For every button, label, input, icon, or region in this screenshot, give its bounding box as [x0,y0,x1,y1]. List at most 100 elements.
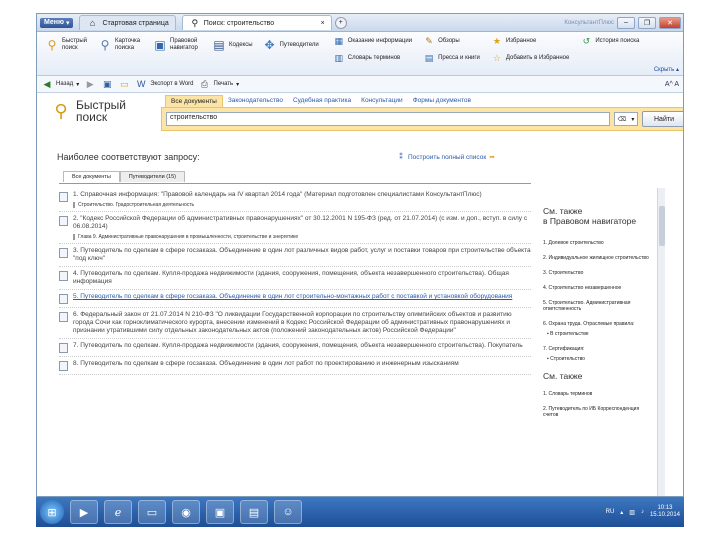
search-options[interactable]: ⌫ ▾ [614,112,638,126]
see-also-subitem[interactable]: ▪ Строительство [547,356,649,362]
taskbar: ⊞ ▶ ℯ ▭ ◉ ▣ ▤ ☺ RU ▴ ▥ ♪ 10:13 15.10.201… [36,497,684,527]
close-window-button[interactable]: ✕ [659,16,681,29]
see-also-item[interactable]: 3. Строительство [543,270,649,276]
press-button[interactable]: ▤ Пресса и книги [423,52,480,64]
taskbar-media-player[interactable]: ▶ [70,500,98,524]
news-button[interactable]: ▦ Оказание информации [333,35,412,47]
taskbar-chrome[interactable]: ◉ [172,500,200,524]
scope-tab-court[interactable]: Судебная практика [288,95,356,107]
result-title[interactable]: 2. "Кодекс Российской Федерации об админ… [73,215,531,231]
see-also-item[interactable]: 6. Охрана труда. Отраслевые правила: [543,321,649,327]
favorites-label: Избранное [505,38,537,44]
codes-button[interactable]: ▤ Кодексы [208,35,256,55]
result-title[interactable]: 5. Путеводитель по сделкам в сфере госза… [73,293,512,304]
list-item[interactable]: 8. Путеводитель по сделкам в сфере госза… [59,357,531,375]
hide-toolbar-link[interactable]: Скрыть ▴ [654,66,679,73]
quick-search-button[interactable]: ⚲ Быстрый поиск [41,35,91,55]
result-section[interactable]: Строительство. Градостроительная деятель… [73,202,482,208]
list-item[interactable]: 1. Справочная информация: "Правовой кале… [59,188,531,212]
tab-start-page[interactable]: ⌂ Стартовая страница [79,15,176,30]
taskbar-app[interactable]: ▣ [206,500,234,524]
result-title[interactable]: 3. Путеводитель по сделкам в сфере госза… [73,247,531,263]
list-item[interactable]: 4. Путеводитель по сделкам. Купля-продаж… [59,267,531,290]
scrollbar-thumb[interactable] [659,206,665,246]
see-also-item[interactable]: 1. Долевое строительство [543,240,649,246]
scope-tab-forms[interactable]: Формы документов [408,95,476,107]
close-icon[interactable]: × [321,20,325,27]
export-word-label: Экспорт в Word [150,81,194,87]
news-label: Оказание информации [347,38,413,44]
clock[interactable]: 10:13 15.10.2014 [650,505,680,519]
search-input[interactable]: строительство [166,112,610,126]
see-also-item[interactable]: 2. Индивидуальное жилищное строительство [543,255,649,261]
volume-icon[interactable]: ♪ [641,509,644,515]
language-indicator[interactable]: RU [606,509,615,515]
add-favorites-button[interactable]: ☆ Добавить в Избранное [491,52,570,64]
results-tab-reviews[interactable]: Путеводители (15) [119,171,186,182]
person-icon: ☺ [282,506,294,518]
scope-tab-all[interactable]: Все документы [165,95,223,107]
maximize-button[interactable]: ❐ [638,16,656,29]
list-item[interactable]: 5. Путеводитель по сделкам в сфере госза… [59,290,531,308]
scope-tab-legislation[interactable]: Законодательство [223,95,288,107]
taskbar-consultant[interactable]: ▤ [240,500,268,524]
list-item[interactable]: 3. Путеводитель по сделкам в сфере госза… [59,244,531,267]
clear-icon[interactable]: ⌫ [618,116,626,123]
result-title[interactable]: 8. Путеводитель по сделкам в сфере госза… [73,360,459,371]
find-button[interactable]: Найти [642,111,683,127]
app-icon: ▣ [214,506,226,519]
result-section[interactable]: Глава 9. Административные правонарушения… [73,234,531,240]
new-tab-button[interactable]: + [334,16,347,29]
save-icon[interactable]: ▣ [101,78,113,90]
see-also-item[interactable]: 1. Словарь терминов [543,391,649,397]
forward-arrow-icon[interactable]: ▶ [84,78,96,90]
see-also-heading-2: См. также [543,371,583,381]
results-scrollbar[interactable] [657,188,665,496]
star-icon: ★ [492,35,501,46]
result-title[interactable]: 1. Справочная информация: "Правовой кале… [73,191,482,199]
search-box: строительство ⌫ ▾ Найти [161,107,683,131]
reviews-button[interactable]: ✥ Путеводители [259,35,322,55]
font-size-control[interactable]: A^ A [665,81,683,88]
favorites-button[interactable]: ★ Избранное [491,35,569,47]
start-button[interactable]: ⊞ [40,500,64,524]
results-tab-all[interactable]: Все документы [63,171,120,182]
back-arrow-icon: ◀ [43,78,51,89]
list-item[interactable]: 7. Путеводитель по сделкам. Купля-продаж… [59,339,531,357]
result-title[interactable]: 4. Путеводитель по сделкам. Купля-продаж… [73,270,531,286]
see-also-subitem[interactable]: ▪ В строительстве [547,331,649,337]
menu-label: Меню [44,19,64,26]
result-title[interactable]: 6. Федеральный закон от 21.07.2014 N 210… [73,311,531,335]
result-title[interactable]: 7. Путеводитель по сделкам. Купля-продаж… [73,342,523,353]
scope-tab-consultations[interactable]: Консультации [356,95,408,107]
minimize-button[interactable]: – [617,16,635,29]
see-also-item[interactable]: 2. Путеводитель по ИБ Корреспонденция сч… [543,406,649,418]
list-item[interactable]: 6. Федеральный закон от 21.07.2014 N 210… [59,308,531,339]
print-button[interactable]: ⎙ Печать ▾ [199,78,239,90]
build-full-list-link[interactable]: ⁑ Построить полный список ➡ [397,153,494,162]
quick-search-label: Быстрый поиск [62,38,87,51]
list-item[interactable]: 2. "Кодекс Российской Федерации об админ… [59,212,531,244]
chevron-up-icon: ▴ [675,67,679,73]
menu-button[interactable]: Меню ▾ [40,17,74,28]
network-icon[interactable]: ▥ [629,509,635,516]
codes-label: Кодексы [229,41,253,48]
taskbar-explorer[interactable]: ▭ [138,500,166,524]
back-button[interactable]: ◀ Назад ▾ [41,78,80,90]
taskbar-ie[interactable]: ℯ [104,500,132,524]
search-icon: ⚲ [191,17,199,28]
tab-search[interactable]: ⚲ Поиск: строительство × [181,15,332,30]
dictionary-button[interactable]: ▥ Словарь терминов [333,52,412,64]
forms-button[interactable]: ✎ Обзоры [423,35,480,47]
legal-navigator-button[interactable]: ▣ Правовой навигатор [149,35,205,55]
see-also-item[interactable]: 7. Сертификация: [543,346,649,352]
history-button[interactable]: ↺ История поиска [580,35,640,47]
see-also-item[interactable]: 4. Строительство незавершенное [543,285,649,291]
taskbar-user[interactable]: ☺ [274,500,302,524]
chevron-up-icon[interactable]: ▴ [620,509,623,516]
folder-icon[interactable]: ▭ [118,78,130,90]
see-also-item[interactable]: 5. Строительство. Административная ответ… [543,300,649,312]
card-search-button[interactable]: ⚲ Карточка поиска [94,35,146,55]
chevron-down-icon[interactable]: ▾ [631,116,634,123]
export-word-button[interactable]: W Экспорт в Word [135,78,194,90]
